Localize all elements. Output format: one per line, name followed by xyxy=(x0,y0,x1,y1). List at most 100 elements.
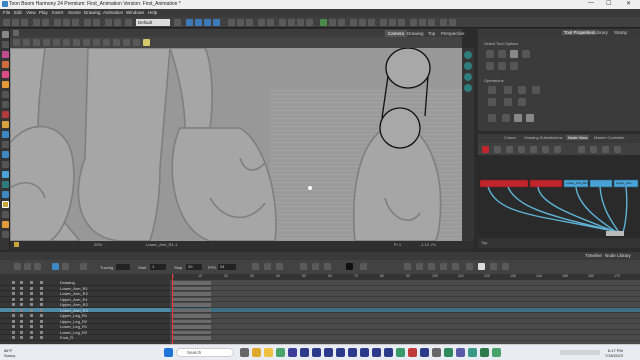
app-icon-3[interactable] xyxy=(312,348,321,357)
zoom-icon[interactable] xyxy=(14,242,19,247)
zoom-tool-icon[interactable] xyxy=(1,181,9,188)
exposure-cell[interactable] xyxy=(173,330,211,334)
frame-row[interactable] xyxy=(170,335,640,341)
exposure-cell[interactable] xyxy=(173,297,211,301)
align-icon[interactable] xyxy=(228,19,235,26)
app-icon-7[interactable] xyxy=(360,348,369,357)
sync-icon[interactable] xyxy=(380,19,387,26)
zoom-out-icon[interactable] xyxy=(428,19,435,26)
loop-icon[interactable] xyxy=(252,263,259,270)
key-icon[interactable] xyxy=(264,263,271,270)
tab-colour[interactable]: Colour xyxy=(502,135,518,140)
exposure-cell[interactable] xyxy=(173,314,211,318)
drawing-canvas[interactable] xyxy=(10,48,462,241)
exposure-cell[interactable] xyxy=(173,303,211,307)
explorer-icon[interactable] xyxy=(264,348,273,357)
layer-toggle-icon[interactable] xyxy=(30,325,33,328)
app-icon-17[interactable] xyxy=(480,348,489,357)
tab-timeline[interactable]: Timeline xyxy=(585,253,602,258)
paint-tool-icon[interactable] xyxy=(1,111,9,118)
menu-insert[interactable]: Insert xyxy=(52,10,63,15)
gradient-icon[interactable] xyxy=(23,39,30,46)
rotate-icon[interactable] xyxy=(195,19,202,26)
skew-icon[interactable] xyxy=(213,19,220,26)
layer-toggle-icon[interactable] xyxy=(30,292,33,295)
cut-icon[interactable] xyxy=(54,19,61,26)
playhead[interactable] xyxy=(172,274,173,344)
node-graph[interactable]: Lower_Arm_R1-1 Upper_Arm xyxy=(478,155,640,238)
node-settings-icon[interactable] xyxy=(590,146,597,153)
layer-toggle-icon[interactable] xyxy=(20,314,23,317)
smooth-tool-icon[interactable] xyxy=(1,141,9,148)
layer-toggle-icon[interactable] xyxy=(40,308,43,312)
frames-grid[interactable]: 1102030405060708090100110120130140150160… xyxy=(170,274,640,344)
insert-frame-icon[interactable] xyxy=(312,263,319,270)
shape-tool-icon[interactable] xyxy=(1,91,9,98)
app-icon-12[interactable] xyxy=(420,348,429,357)
layer-toggle-icon[interactable] xyxy=(20,325,23,328)
frames-nav-3[interactable] xyxy=(428,263,435,270)
layer-toggle-icon[interactable] xyxy=(30,281,33,284)
mark-key-icon[interactable] xyxy=(300,263,307,270)
app-icon-2[interactable] xyxy=(300,348,309,357)
brush-tool-icon[interactable] xyxy=(1,51,9,58)
bone-tool-icon[interactable] xyxy=(1,231,9,238)
tab-perspective[interactable]: Perspective xyxy=(438,30,468,37)
layer-toggle-icon[interactable] xyxy=(12,308,15,312)
menu-file[interactable]: File xyxy=(3,10,10,15)
app-icon-8[interactable] xyxy=(372,348,381,357)
layer-toggle-icon[interactable] xyxy=(12,281,15,284)
peg-icon[interactable] xyxy=(389,19,396,26)
settings-icon[interactable] xyxy=(449,19,456,26)
first-frame-icon[interactable] xyxy=(52,263,59,270)
frames-nav-7[interactable] xyxy=(478,263,485,270)
dropper-tool-icon[interactable] xyxy=(1,121,9,128)
distribute-icon[interactable] xyxy=(237,19,244,26)
envelope-icon[interactable] xyxy=(306,19,313,26)
layer-toggle-icon[interactable] xyxy=(40,292,43,295)
layer-toggle-icon[interactable] xyxy=(40,330,43,334)
tab-node-view[interactable]: Node View xyxy=(566,135,590,140)
add-drawing-layer-icon[interactable] xyxy=(14,263,21,270)
layer-toggle-icon[interactable] xyxy=(12,319,15,323)
chrome-icon[interactable] xyxy=(252,348,261,357)
layer-toggle-icon[interactable] xyxy=(12,292,15,295)
camera-viewport[interactable] xyxy=(10,48,462,241)
flatten-icon[interactable] xyxy=(63,39,70,46)
layer-toggle-icon[interactable] xyxy=(20,336,23,339)
app-icon-11[interactable] xyxy=(408,348,417,357)
tab-node-library[interactable]: Node Library xyxy=(605,253,631,258)
rotate-cw-icon[interactable] xyxy=(532,86,540,94)
bulb-icon[interactable] xyxy=(143,39,150,46)
exposure-cell[interactable] xyxy=(173,286,211,290)
select-all-icon[interactable] xyxy=(522,50,530,58)
layer-toggle-icon[interactable] xyxy=(40,303,43,306)
select-tool-icon[interactable] xyxy=(1,31,9,38)
exposure-cell[interactable] xyxy=(173,319,211,323)
add-peg-icon[interactable] xyxy=(24,263,31,270)
selected-tool-icon[interactable] xyxy=(346,263,353,270)
flip-vertical-icon[interactable] xyxy=(504,86,512,94)
flatten-op-icon[interactable] xyxy=(504,98,512,106)
app-icon-1[interactable] xyxy=(288,348,297,357)
picker-icon[interactable] xyxy=(133,39,140,46)
current-frame-field[interactable] xyxy=(116,264,130,270)
layer-toggle-icon[interactable] xyxy=(20,330,23,334)
tab-stamp[interactable]: Stamp xyxy=(612,30,629,35)
layer-toggle-icon[interactable] xyxy=(12,325,15,328)
reset-icon[interactable] xyxy=(368,19,375,26)
tab-drawing[interactable]: Drawing xyxy=(404,30,427,37)
layer-toggle-icon[interactable] xyxy=(40,286,43,290)
text-tool-icon[interactable] xyxy=(1,101,9,108)
start-frame-field[interactable]: 1 xyxy=(150,264,166,270)
system-tray[interactable] xyxy=(560,350,600,355)
layer-toggle-icon[interactable] xyxy=(12,286,15,290)
bone-icon[interactable] xyxy=(288,19,295,26)
layer-toggle-icon[interactable] xyxy=(20,303,23,306)
layer-toggle-icon[interactable] xyxy=(40,325,43,328)
save-icon[interactable] xyxy=(3,19,10,26)
undo-icon[interactable] xyxy=(33,19,40,26)
motion-icon[interactable] xyxy=(329,19,336,26)
rotate-ccw-icon[interactable] xyxy=(518,86,526,94)
frames-nav-1[interactable] xyxy=(404,263,411,270)
